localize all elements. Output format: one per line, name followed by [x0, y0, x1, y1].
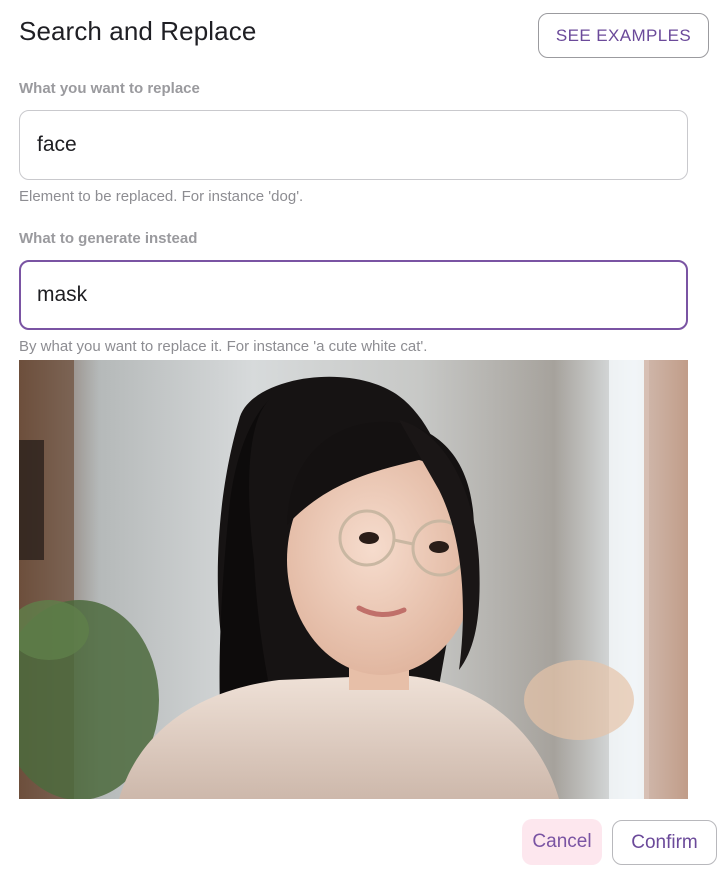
replace-input[interactable]: [19, 110, 688, 180]
source-image[interactable]: [19, 360, 688, 799]
generate-field-label: What to generate instead: [19, 230, 198, 247]
see-examples-button[interactable]: SEE EXAMPLES: [538, 13, 709, 58]
generate-input[interactable]: [19, 260, 688, 330]
generate-helper-text: By what you want to replace it. For inst…: [19, 338, 428, 355]
dialog-title: Search and Replace: [19, 16, 257, 46]
confirm-button[interactable]: Confirm: [612, 820, 717, 865]
replace-field-label: What you want to replace: [19, 80, 200, 97]
replace-helper-text: Element to be replaced. For instance 'do…: [19, 188, 304, 205]
cancel-button[interactable]: Cancel: [522, 819, 602, 865]
portrait-photo: [19, 360, 688, 799]
